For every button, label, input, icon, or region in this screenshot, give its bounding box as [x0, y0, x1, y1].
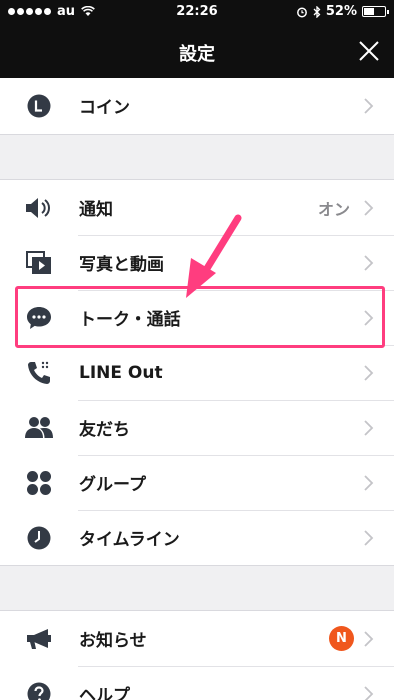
photo-video-icon: [25, 249, 53, 277]
chevron-right-icon: [364, 686, 374, 700]
chevron-right-icon: [364, 631, 374, 647]
notification-status-value: オン: [317, 199, 350, 219]
settings-row-photos-videos[interactable]: 写真と動画: [0, 235, 394, 290]
settings-row-line-out[interactable]: LINE Out: [0, 345, 394, 400]
settings-label: LINE Out: [79, 362, 163, 383]
settings-row-friends[interactable]: 友だち: [0, 400, 394, 455]
section-info: お知らせ N ヘルプ: [0, 610, 394, 700]
chevron-right-icon: [364, 365, 374, 381]
settings-label: ヘルプ: [79, 686, 130, 700]
chevron-right-icon: [364, 200, 374, 216]
chevron-right-icon: [364, 255, 374, 271]
page-title: 設定: [179, 44, 215, 65]
status-bar: au 22:26 52%: [0, 0, 394, 22]
settings-row-help[interactable]: ヘルプ: [0, 666, 394, 700]
alarm-icon: [296, 7, 307, 17]
settings-row-notifications[interactable]: 通知 オン: [0, 180, 394, 235]
friends-icon: [25, 414, 53, 442]
chevron-right-icon: [364, 530, 374, 546]
settings-label: 写真と動画: [79, 255, 164, 275]
settings-label: グループ: [79, 475, 146, 495]
section-coin: コイン: [0, 78, 394, 135]
chevron-right-icon: [364, 98, 374, 114]
help-icon: [25, 680, 53, 700]
battery-fill: [364, 8, 374, 15]
settings-label: 通知: [79, 200, 113, 220]
bluetooth-icon: [313, 5, 321, 18]
speaker-icon: [25, 194, 53, 222]
settings-label: タイムライン: [79, 530, 180, 550]
highlight-box: [15, 286, 385, 348]
battery-icon: [362, 6, 389, 17]
group-icon: [25, 469, 53, 497]
coin-icon: [25, 92, 53, 120]
chevron-right-icon: [364, 420, 374, 436]
settings-row-coin[interactable]: コイン: [0, 78, 394, 133]
megaphone-icon: [25, 625, 53, 653]
section-main: 通知 オン 写真と動画 トーク・通話 LINE Out 友だち グループ タイム…: [0, 179, 394, 566]
close-button[interactable]: [358, 40, 380, 62]
settings-row-notices[interactable]: お知らせ N: [0, 611, 394, 666]
settings-label: コイン: [79, 98, 130, 118]
phone-icon: [25, 359, 53, 387]
new-badge: N: [329, 626, 354, 651]
status-right: 52%: [296, 4, 389, 19]
clock-icon: [25, 524, 53, 552]
battery-percent: 52%: [325, 4, 357, 19]
settings-row-groups[interactable]: グループ: [0, 455, 394, 510]
settings-label: 友だち: [79, 420, 130, 440]
settings-label: お知らせ: [79, 631, 147, 651]
settings-row-timeline[interactable]: タイムライン: [0, 510, 394, 565]
chevron-right-icon: [364, 475, 374, 491]
top-bar: au 22:26 52% 設定: [0, 0, 394, 78]
